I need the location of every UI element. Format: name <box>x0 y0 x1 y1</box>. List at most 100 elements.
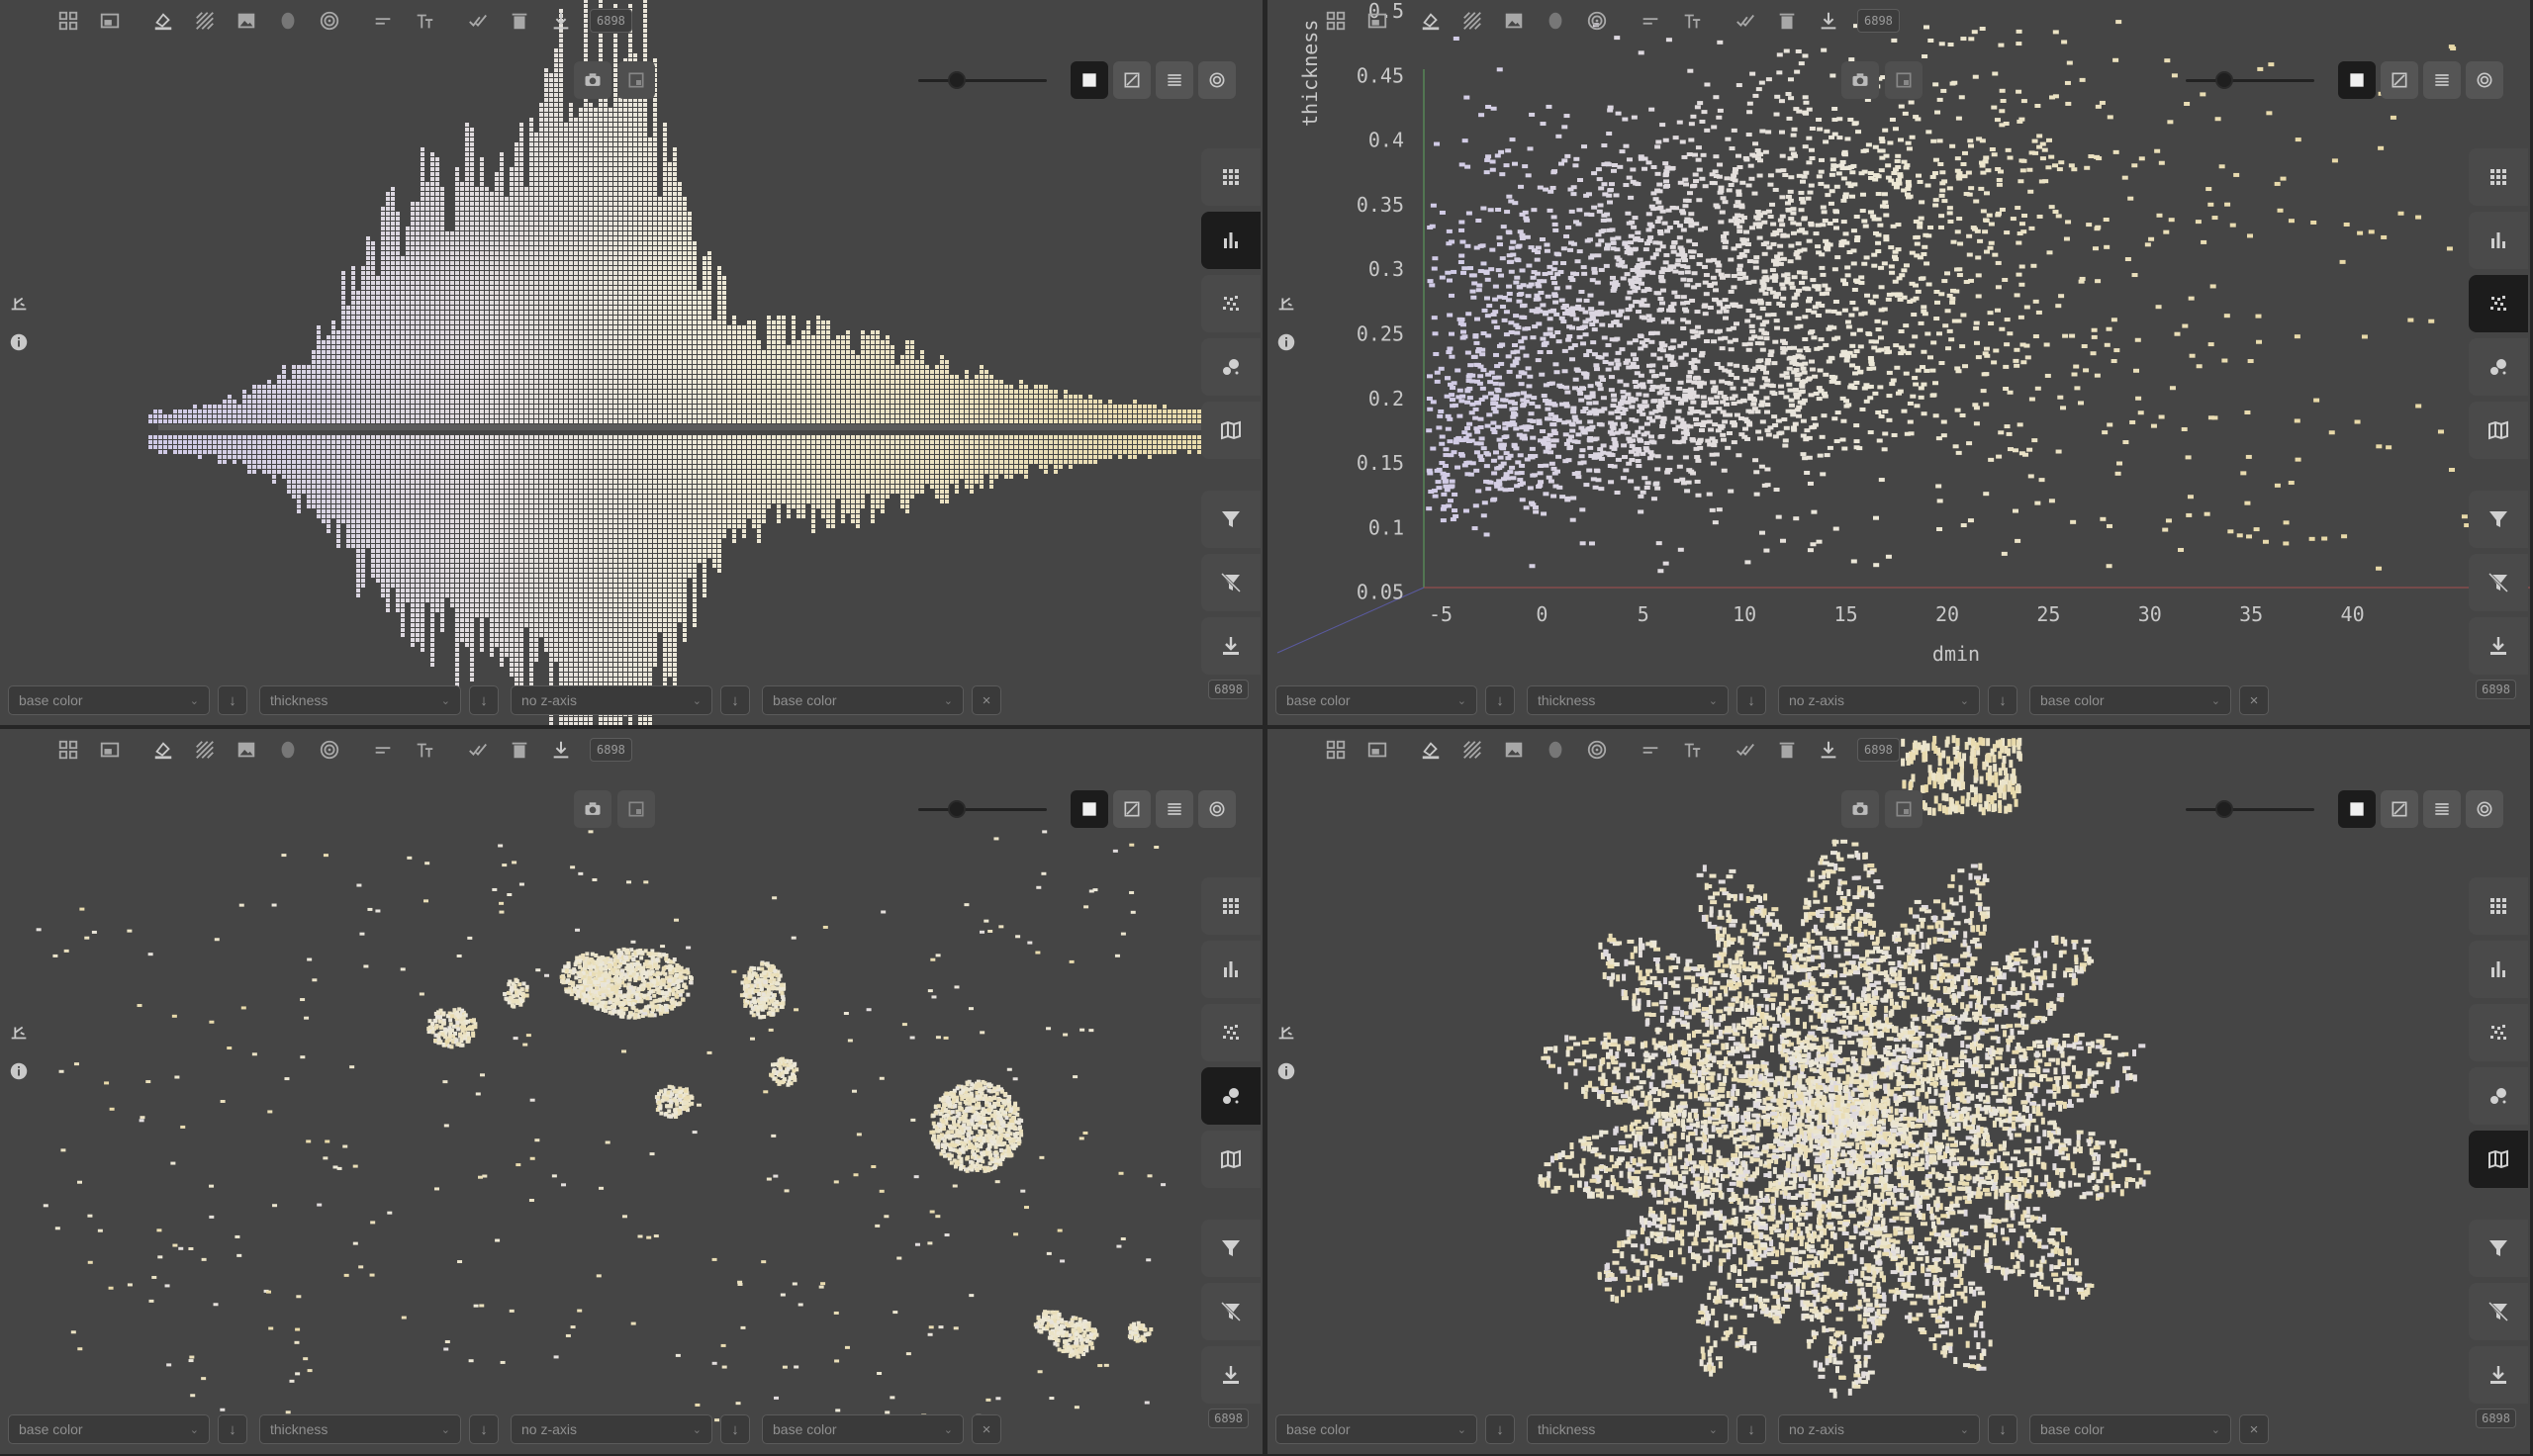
frame-button[interactable] <box>1885 790 1923 828</box>
texture-icon[interactable] <box>1454 2 1491 40</box>
grid-icon[interactable] <box>1317 731 1355 769</box>
download-icon[interactable] <box>542 2 580 40</box>
frame-button[interactable] <box>1885 61 1923 99</box>
window-icon[interactable] <box>91 731 129 769</box>
cluster-view-button[interactable] <box>1201 1067 1261 1125</box>
scatter-view-button[interactable] <box>1201 1004 1261 1061</box>
encoding-select[interactable]: thickness ⌄ <box>259 685 461 715</box>
sort-order-button[interactable]: ↓ <box>1485 685 1515 715</box>
lines-mode-button[interactable] <box>2423 61 2461 99</box>
target-icon[interactable] <box>311 2 348 40</box>
grid-icon[interactable] <box>1317 2 1355 40</box>
cluster-view-button[interactable] <box>1201 338 1261 396</box>
circle-mode-button[interactable] <box>1198 790 1236 828</box>
delete-icon[interactable] <box>1768 2 1806 40</box>
delete-icon[interactable] <box>501 731 538 769</box>
grid-view-button[interactable] <box>1201 148 1261 206</box>
texture-icon[interactable] <box>186 731 224 769</box>
sort-order-button[interactable]: ↓ <box>469 1414 499 1444</box>
solid-mode-button[interactable] <box>1071 790 1108 828</box>
map-view-button[interactable] <box>2469 1131 2528 1188</box>
filter-button[interactable] <box>1201 491 1261 548</box>
line-width-icon[interactable] <box>1632 2 1669 40</box>
check-icon[interactable] <box>459 731 497 769</box>
target-icon[interactable] <box>1578 2 1616 40</box>
clear-filter-button[interactable] <box>1201 1283 1261 1340</box>
visualization-canvas[interactable] <box>1267 729 2530 1454</box>
slider-knob[interactable] <box>2215 71 2233 89</box>
check-icon[interactable] <box>1727 731 1764 769</box>
point-size-slider[interactable] <box>2186 796 2314 822</box>
export-button[interactable] <box>2469 1346 2528 1404</box>
clear-filter-button[interactable] <box>1201 554 1261 611</box>
scatter-view-button[interactable] <box>1201 275 1261 332</box>
encoding-select[interactable]: base color ⌄ <box>2029 685 2231 715</box>
encoding-select[interactable]: no z-axis ⌄ <box>1778 685 1980 715</box>
encoding-select[interactable]: no z-axis ⌄ <box>511 1414 712 1444</box>
text-size-icon[interactable] <box>1673 731 1711 769</box>
export-button[interactable] <box>1201 1346 1261 1404</box>
slider-knob[interactable] <box>948 71 966 89</box>
fill-color-icon[interactable] <box>144 2 182 40</box>
clear-select-button[interactable]: × <box>972 1414 1001 1444</box>
camera-button[interactable] <box>574 790 611 828</box>
clear-select-button[interactable]: × <box>972 685 1001 715</box>
encoding-select[interactable]: base color ⌄ <box>1275 1414 1477 1444</box>
circle-mode-button[interactable] <box>2466 790 2503 828</box>
target-icon[interactable] <box>311 731 348 769</box>
window-icon[interactable] <box>1359 2 1396 40</box>
encoding-select[interactable]: base color ⌄ <box>8 685 210 715</box>
encoding-select[interactable]: thickness ⌄ <box>1527 1414 1729 1444</box>
solid-mode-button[interactable] <box>2338 61 2376 99</box>
frame-button[interactable] <box>617 61 655 99</box>
fill-color-icon[interactable] <box>1412 731 1450 769</box>
export-button[interactable] <box>2469 617 2528 675</box>
clear-filter-button[interactable] <box>2469 1283 2528 1340</box>
grid-view-button[interactable] <box>1201 877 1261 935</box>
delete-icon[interactable] <box>501 2 538 40</box>
download-icon[interactable] <box>542 731 580 769</box>
sort-order-button[interactable]: ↓ <box>1988 685 2017 715</box>
image-icon[interactable] <box>1495 731 1533 769</box>
map-view-button[interactable] <box>1201 402 1261 459</box>
encoding-select[interactable]: no z-axis ⌄ <box>1778 1414 1980 1444</box>
circle-mode-button[interactable] <box>1198 61 1236 99</box>
encoding-select[interactable]: base color ⌄ <box>762 1414 964 1444</box>
text-size-icon[interactable] <box>406 731 443 769</box>
encoding-select[interactable]: thickness ⌄ <box>1527 685 1729 715</box>
clear-select-button[interactable]: × <box>2239 1414 2269 1444</box>
camera-button[interactable] <box>1841 790 1879 828</box>
shape-icon[interactable] <box>1537 731 1574 769</box>
fill-color-icon[interactable] <box>144 731 182 769</box>
encoding-select[interactable]: base color ⌄ <box>2029 1414 2231 1444</box>
sort-order-button[interactable]: ↓ <box>1736 1414 1766 1444</box>
info-icon[interactable] <box>8 331 30 358</box>
line-width-icon[interactable] <box>364 731 402 769</box>
axes-icon[interactable] <box>8 293 30 319</box>
circle-mode-button[interactable] <box>2466 61 2503 99</box>
image-icon[interactable] <box>1495 2 1533 40</box>
solid-mode-button[interactable] <box>1071 61 1108 99</box>
text-size-icon[interactable] <box>1673 2 1711 40</box>
shaded-mode-button[interactable] <box>2381 61 2418 99</box>
lines-mode-button[interactable] <box>1156 61 1193 99</box>
visualization-canvas[interactable] <box>0 0 1263 725</box>
sort-order-button[interactable]: ↓ <box>1988 1414 2017 1444</box>
camera-button[interactable] <box>574 61 611 99</box>
slider-knob[interactable] <box>2215 800 2233 818</box>
axes-icon[interactable] <box>1275 1022 1297 1048</box>
shaded-mode-button[interactable] <box>2381 790 2418 828</box>
check-icon[interactable] <box>459 2 497 40</box>
grid-view-button[interactable] <box>2469 148 2528 206</box>
info-icon[interactable] <box>8 1060 30 1087</box>
texture-icon[interactable] <box>1454 731 1491 769</box>
sort-order-button[interactable]: ↓ <box>469 685 499 715</box>
clear-select-button[interactable]: × <box>2239 685 2269 715</box>
histogram-view-button[interactable] <box>1201 941 1261 998</box>
sort-order-button[interactable]: ↓ <box>720 685 750 715</box>
frame-button[interactable] <box>617 790 655 828</box>
line-width-icon[interactable] <box>1632 731 1669 769</box>
histogram-view-button[interactable] <box>1201 212 1261 269</box>
grid-icon[interactable] <box>49 2 87 40</box>
download-icon[interactable] <box>1810 731 1847 769</box>
